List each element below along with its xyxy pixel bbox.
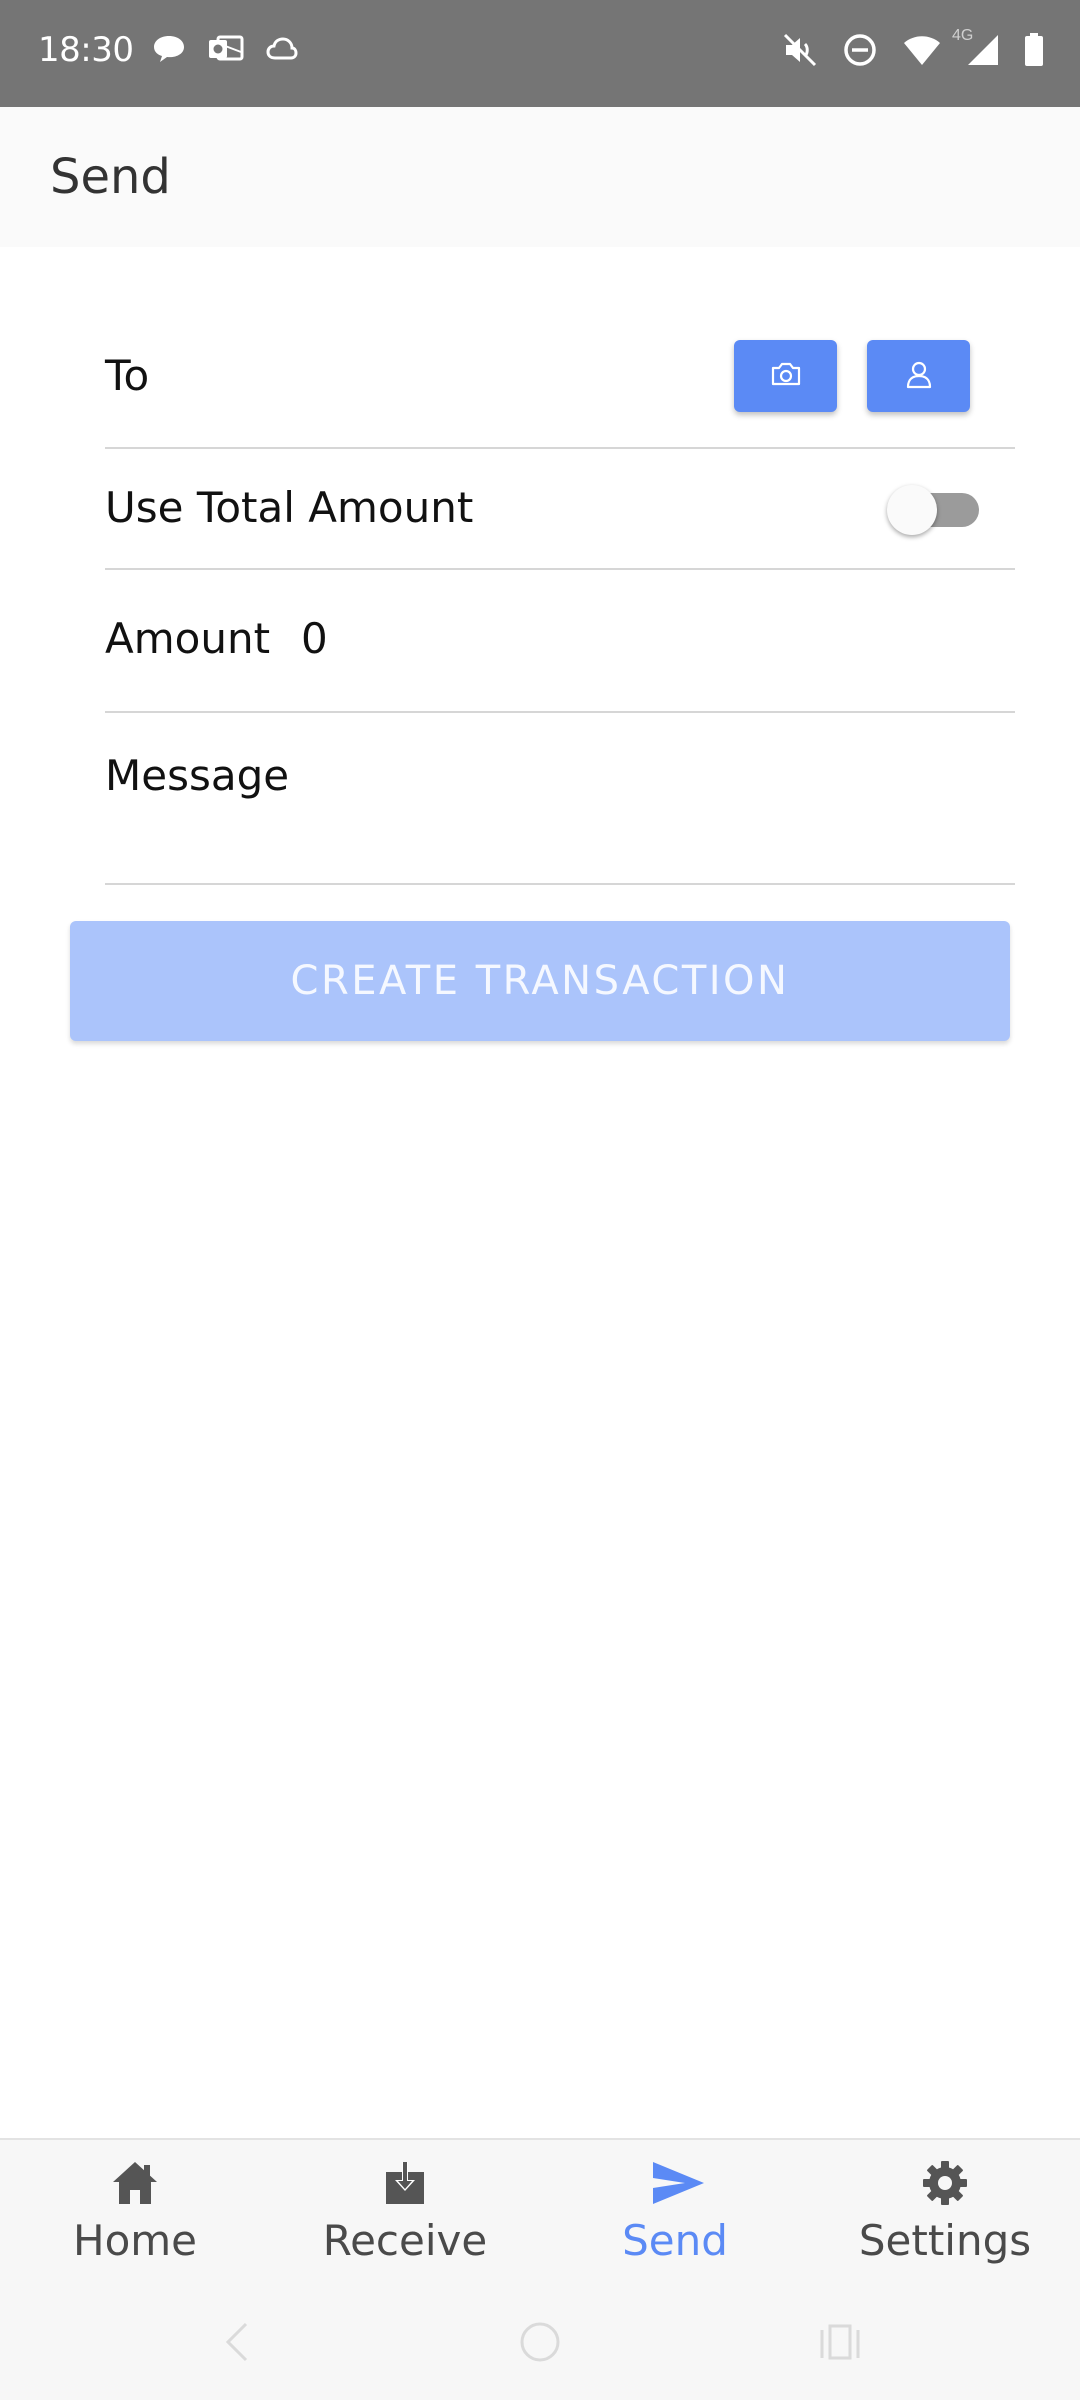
nav-item-receive[interactable]: Receive: [270, 2140, 540, 2290]
page-title: Send: [50, 149, 171, 205]
signal-icon: 4G: [952, 27, 1000, 72]
use-total-amount-label: Use Total Amount: [105, 483, 474, 532]
create-transaction-label: CREATE TRANSACTION: [290, 958, 790, 1004]
app-bar: Send: [0, 107, 1080, 247]
amount-field[interactable]: Amount 0: [105, 570, 1015, 713]
contacts-button[interactable]: [867, 340, 970, 412]
to-label: To: [105, 351, 150, 400]
amount-label: Amount: [105, 614, 271, 663]
create-transaction-button[interactable]: CREATE TRANSACTION: [70, 921, 1010, 1041]
outlook-icon: [208, 34, 244, 69]
scan-qr-button[interactable]: [734, 340, 837, 412]
nav-label-send: Send: [622, 2216, 728, 2265]
nav-item-send[interactable]: Send: [540, 2140, 810, 2290]
message-field[interactable]: Message: [105, 713, 1015, 885]
dnd-icon: [842, 32, 878, 73]
network-type: 4G: [952, 27, 974, 44]
receive-icon: [380, 2158, 430, 2208]
contact-icon: [904, 359, 934, 394]
status-left-icons: [152, 34, 298, 69]
back-icon[interactable]: [222, 2320, 252, 2369]
mute-icon: [782, 32, 818, 73]
nav-label-home: Home: [72, 2216, 198, 2265]
nav-item-settings[interactable]: Settings: [810, 2140, 1080, 2290]
settings-icon: [920, 2158, 970, 2208]
status-right-icons: 4G: [782, 27, 1044, 73]
send-icon: [650, 2158, 704, 2208]
chat-bubble-icon: [152, 34, 186, 69]
use-total-amount-toggle[interactable]: [887, 485, 983, 535]
amount-input[interactable]: 0: [301, 614, 328, 663]
use-total-amount-row: Use Total Amount: [105, 449, 1015, 570]
status-time: 18:30: [38, 30, 134, 70]
system-nav-bar: [0, 2290, 1080, 2400]
nav-label-receive: Receive: [322, 2216, 488, 2265]
status-bar: 18:30 4G: [0, 0, 1080, 107]
to-field[interactable]: To: [105, 247, 1015, 449]
nav-item-home[interactable]: Home: [0, 2140, 270, 2290]
send-form: To Use Total Amount Amount 0 Message: [105, 247, 1015, 885]
message-label: Message: [105, 751, 290, 800]
recents-icon[interactable]: [818, 2320, 862, 2369]
wifi-icon: [902, 33, 942, 72]
nav-label-settings: Settings: [858, 2216, 1032, 2265]
home-icon: [110, 2158, 160, 2208]
home-circle-icon[interactable]: [518, 2320, 562, 2369]
battery-icon: [1024, 33, 1044, 72]
toggle-thumb: [887, 485, 937, 535]
camera-icon: [770, 361, 802, 392]
bottom-nav: Home Receive Send Settings: [0, 2138, 1080, 2290]
cloud-icon: [266, 36, 298, 67]
